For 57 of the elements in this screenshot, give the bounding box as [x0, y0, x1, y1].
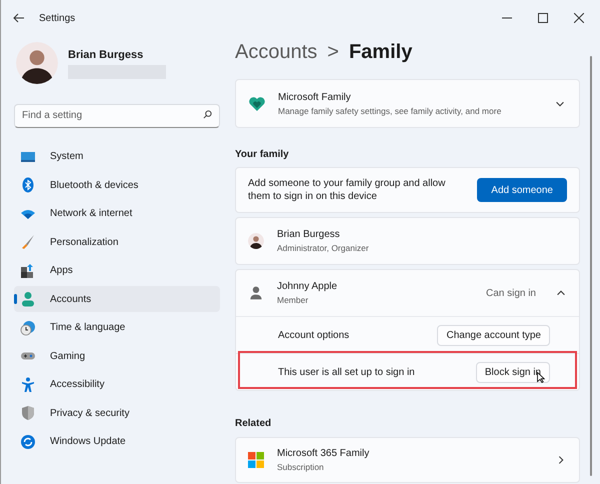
- sidebar-item[interactable]: Windows Update: [14, 428, 220, 454]
- option-label: This user is all set up to sign in: [278, 366, 415, 380]
- search-field[interactable]: Find a setting: [14, 104, 220, 128]
- page-title: Family: [348, 40, 412, 65]
- section-heading: Related: [235, 417, 272, 431]
- sidebar-item[interactable]: Accounts: [14, 286, 220, 312]
- apps-icon: [20, 262, 36, 278]
- sign-in-status: Can sign in: [486, 286, 536, 300]
- breadcrumb-separator: >: [327, 40, 339, 65]
- sidebar-item[interactable]: Time & language: [14, 314, 220, 340]
- sidebar-item[interactable]: Accessibility: [14, 372, 220, 398]
- selection-indicator: [14, 294, 17, 304]
- member-card[interactable]: Johnny Apple Member Can sign in Account options Change account type This user is all set up to sign in Block sign in: [235, 269, 580, 391]
- close-icon[interactable]: [574, 13, 584, 23]
- avatar-icon: [16, 42, 58, 84]
- person-icon: [248, 285, 264, 301]
- profile-name: Brian Burgess: [68, 48, 144, 63]
- scrollbar[interactable]: [590, 56, 592, 476]
- sidebar-item[interactable]: Gaming: [14, 343, 220, 369]
- sidebar-item[interactable]: System: [14, 144, 220, 170]
- clock-globe-icon: [20, 320, 36, 336]
- breadcrumb-parent[interactable]: Accounts: [235, 37, 318, 67]
- sidebar-item[interactable]: Network & internet: [14, 200, 220, 226]
- avatar-icon: [248, 233, 264, 249]
- sidebar-item[interactable]: Privacy & security: [14, 400, 220, 426]
- member-name: Johnny Apple: [277, 280, 338, 294]
- option-button[interactable]: Block sign in: [476, 362, 550, 382]
- card-description: Add someone to your family group and allow them to sign in on this device: [248, 177, 446, 203]
- brush-icon: [20, 234, 36, 250]
- four-squares-logo-icon: [248, 452, 264, 468]
- heart-icon: [249, 96, 265, 110]
- section-heading: Your family: [235, 148, 290, 162]
- option-label: Account options: [278, 328, 350, 342]
- member-role: Member: [277, 294, 310, 307]
- sidebar-item[interactable]: Apps: [14, 258, 220, 284]
- accessibility-icon: [20, 376, 36, 392]
- card-subtitle: Subscription: [277, 461, 325, 474]
- settings-card[interactable]: Microsoft Family Manage family safety settings, see family activity, and more: [235, 79, 580, 128]
- back-arrow-icon[interactable]: [13, 12, 25, 24]
- add-someone-button[interactable]: Add someone: [477, 178, 567, 202]
- member-name: Brian Burgess: [277, 228, 341, 242]
- related-card[interactable]: Microsoft 365 Family Subscription: [235, 437, 580, 483]
- maximize-icon[interactable]: [538, 13, 548, 23]
- sidebar-item[interactable]: Personalization: [14, 229, 220, 255]
- card-title: Microsoft 365 Family: [277, 447, 370, 462]
- window-title: Settings: [39, 12, 76, 26]
- card-subtitle: Manage family safety settings, see family activity, and more: [278, 104, 502, 118]
- card-title: Microsoft Family: [278, 90, 352, 105]
- person-icon: [20, 291, 36, 307]
- shield-icon: [20, 405, 36, 421]
- member-role: Administrator, Organizer: [277, 242, 369, 255]
- update-icon: [20, 434, 36, 450]
- option-button[interactable]: Change account type: [437, 324, 550, 346]
- member-card[interactable]: Brian Burgess Administrator, Organizer: [235, 217, 580, 265]
- bluetooth-icon: [20, 177, 36, 193]
- sidebar-item[interactable]: Bluetooth & devices: [14, 172, 220, 198]
- search-icon: [203, 110, 212, 119]
